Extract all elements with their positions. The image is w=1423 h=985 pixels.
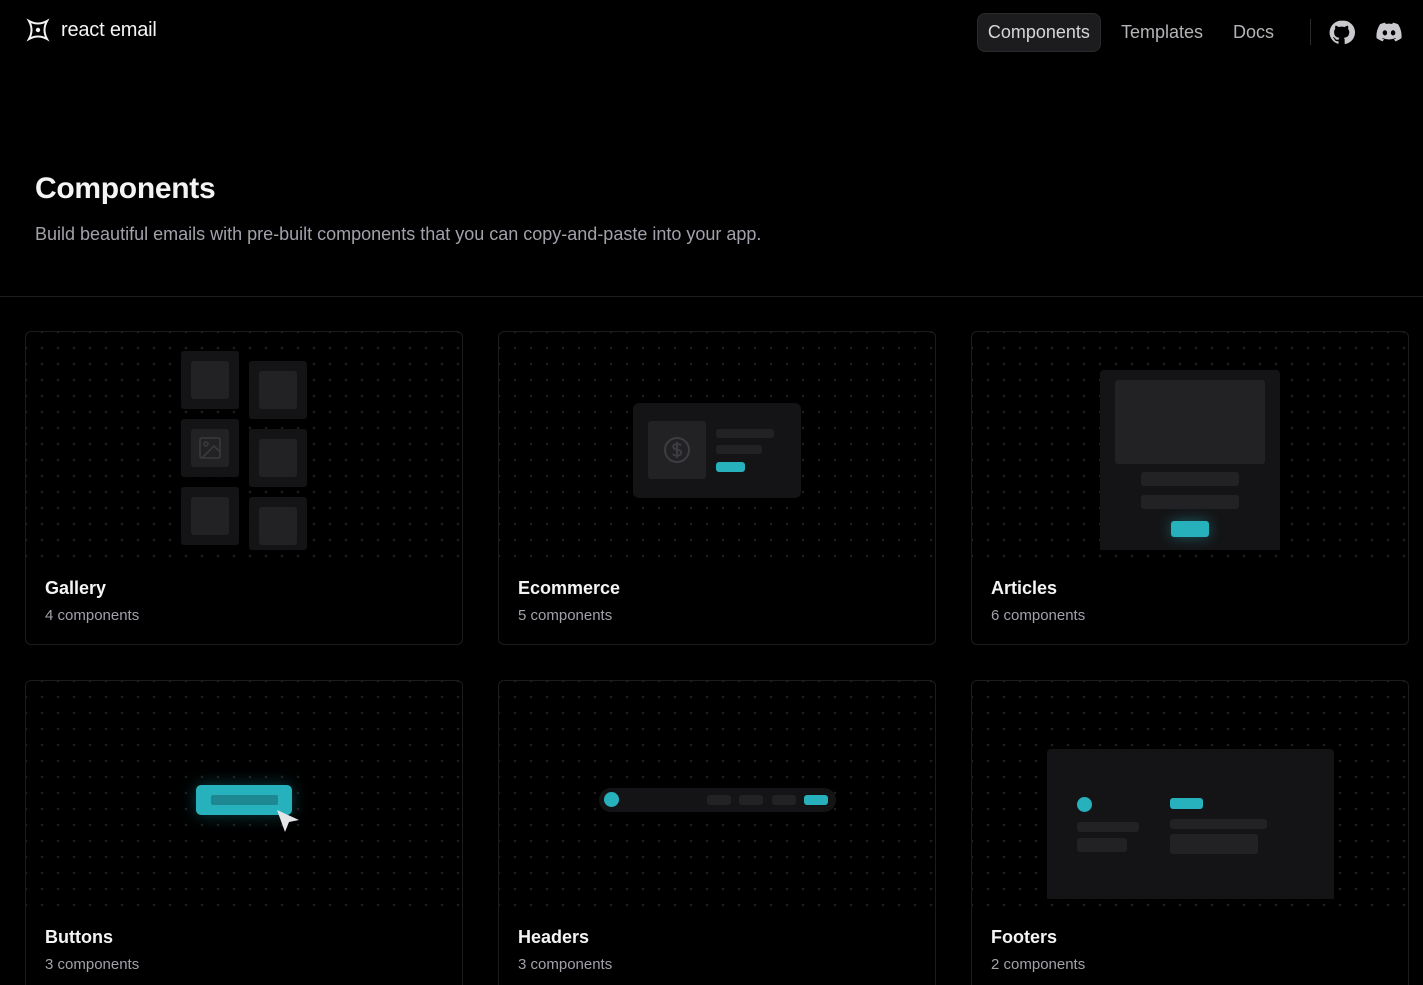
buttons-preview	[26, 681, 462, 909]
card-title: Headers	[518, 927, 590, 947]
dollar-icon	[664, 437, 690, 463]
card-count: 3 components	[518, 956, 613, 973]
headers-preview	[499, 681, 935, 909]
nav-components[interactable]: Components	[976, 12, 1101, 52]
top-navigation-bar: react email Components Templates Docs	[0, 0, 1423, 64]
brand-logo-link[interactable]: react email	[25, 17, 157, 43]
page-subtitle: Build beautiful emails with pre-built co…	[35, 224, 762, 244]
main-nav: Components Templates Docs	[976, 9, 1423, 55]
card-count: 6 components	[991, 607, 1086, 624]
category-card-buttons[interactable]: Buttons 3 components	[25, 680, 463, 985]
brand-name: react email	[61, 18, 157, 41]
image-icon	[199, 437, 221, 459]
discord-icon[interactable]	[1375, 18, 1403, 46]
category-card-footers[interactable]: Footers 2 components	[971, 680, 1409, 985]
card-title: Gallery	[45, 578, 107, 598]
section-divider	[0, 296, 1423, 297]
nav-divider	[1310, 19, 1311, 45]
category-card-ecommerce[interactable]: Ecommerce 5 components	[498, 331, 936, 645]
card-title: Footers	[991, 927, 1058, 947]
card-title: Buttons	[45, 927, 113, 947]
card-title: Articles	[991, 578, 1058, 598]
page-title: Components	[35, 172, 216, 205]
github-icon[interactable]	[1327, 18, 1355, 46]
card-count: 2 components	[991, 956, 1086, 973]
category-card-gallery[interactable]: Gallery 4 components	[25, 331, 463, 645]
nav-templates[interactable]: Templates	[1111, 13, 1213, 52]
articles-preview	[972, 332, 1408, 560]
category-card-headers[interactable]: Headers 3 components	[498, 680, 936, 985]
cursor-icon	[277, 810, 299, 832]
ecommerce-preview	[499, 332, 935, 560]
gallery-preview	[26, 332, 462, 560]
page-header: Components Build beautiful emails with p…	[35, 172, 761, 245]
react-email-logo-icon	[26, 18, 50, 42]
nav-docs[interactable]: Docs	[1223, 13, 1284, 52]
footers-preview	[972, 681, 1408, 909]
card-count: 3 components	[45, 956, 140, 973]
card-count: 5 components	[518, 607, 613, 624]
card-title: Ecommerce	[518, 578, 621, 598]
card-count: 4 components	[45, 607, 140, 624]
category-card-articles[interactable]: Articles 6 components	[971, 331, 1409, 645]
